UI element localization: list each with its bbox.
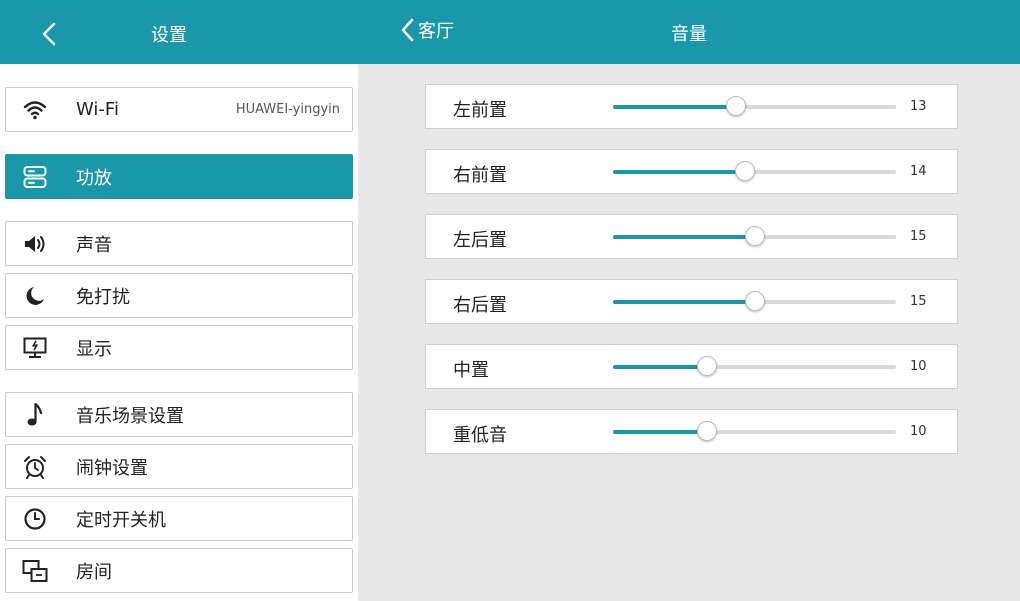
volume-slider[interactable] [613,291,896,311]
moon-icon [22,283,48,309]
speaker-icon [22,231,48,257]
volume-slider[interactable] [613,421,896,441]
channel-label: 右前置 [453,165,507,186]
menu-item-label: 音乐场景设置 [76,405,184,427]
slider-fill [613,235,755,239]
volume-value: 10 [910,359,927,374]
volume-slider[interactable] [613,96,896,116]
rooms-icon [22,558,48,584]
slider-fill [613,105,736,109]
clock-icon [22,506,48,532]
menu-item-label: 房间 [76,561,112,583]
volume-value: 14 [910,164,927,179]
menu-item-do-not-disturb[interactable]: 免打扰 [5,273,353,318]
menu-item-label: 定时开关机 [76,509,166,531]
slider-thumb[interactable] [697,421,717,441]
menu-item-label: 声音 [76,234,112,256]
volume-value: 10 [910,424,927,439]
menu-item-sound[interactable]: 声音 [5,221,353,266]
slider-thumb[interactable] [726,96,746,116]
menu-item-label: 显示 [76,338,112,360]
menu-item-rooms[interactable]: 房间 [5,548,353,593]
channel-label: 左前置 [453,100,507,121]
monitor-icon [22,335,48,361]
slider-fill [613,365,707,369]
slider-thumb[interactable] [745,291,765,311]
slider-fill [613,300,755,304]
wifi-network-name: HUAWEI-yingyin [235,102,340,117]
menu-item-label: 免打扰 [76,286,130,308]
volume-row: 重低音 10 [425,409,958,454]
menu-item-display[interactable]: 显示 [5,325,353,370]
amplifier-icon [22,164,48,190]
music-note-icon [22,402,48,428]
wifi-icon [22,97,48,123]
volume-slider[interactable] [613,161,896,181]
page-title: 音量 [671,24,707,45]
menu-item-label: Wi-Fi [76,99,119,120]
volume-value: 15 [910,294,927,309]
settings-header: 设置 [0,0,358,64]
slider-fill [613,430,707,434]
volume-header: 客厅 音量 [358,0,1020,64]
menu-item-scheduled-power[interactable]: 定时开关机 [5,496,353,541]
settings-panel: 设置 Wi-Fi HUAWEI-yingyin 功放 声音 免打扰 显示 音乐场… [0,0,358,601]
channel-label: 左后置 [453,230,507,251]
menu-item-label: 功放 [76,167,112,189]
volume-row: 右前置 14 [425,149,958,194]
volume-row: 中置 10 [425,344,958,389]
volume-panel: 客厅 音量 左前置 13 右前置 14 左后置 15 右后置 15 中置 10 重低音 10 [358,0,1020,601]
slider-fill [613,170,745,174]
volume-slider[interactable] [613,226,896,246]
volume-row: 左前置 13 [425,84,958,129]
page-title: 设置 [151,25,187,46]
volume-row: 右后置 15 [425,279,958,324]
slider-thumb[interactable] [697,356,717,376]
volume-value: 13 [910,99,927,114]
slider-thumb[interactable] [735,161,755,181]
menu-item-wifi[interactable]: Wi-Fi HUAWEI-yingyin [5,87,353,132]
menu-item-music-scene[interactable]: 音乐场景设置 [5,392,353,437]
menu-item-label: 闹钟设置 [76,457,148,479]
volume-row: 左后置 15 [425,214,958,259]
menu-item-amplifier[interactable]: 功放 [5,154,353,199]
slider-thumb[interactable] [745,226,765,246]
channel-label: 重低音 [453,425,507,446]
alarm-clock-icon [22,454,48,480]
volume-value: 15 [910,229,927,244]
menu-item-alarm[interactable]: 闹钟设置 [5,444,353,489]
volume-slider[interactable] [613,356,896,376]
channel-label: 右后置 [453,295,507,316]
channel-label: 中置 [453,360,489,381]
